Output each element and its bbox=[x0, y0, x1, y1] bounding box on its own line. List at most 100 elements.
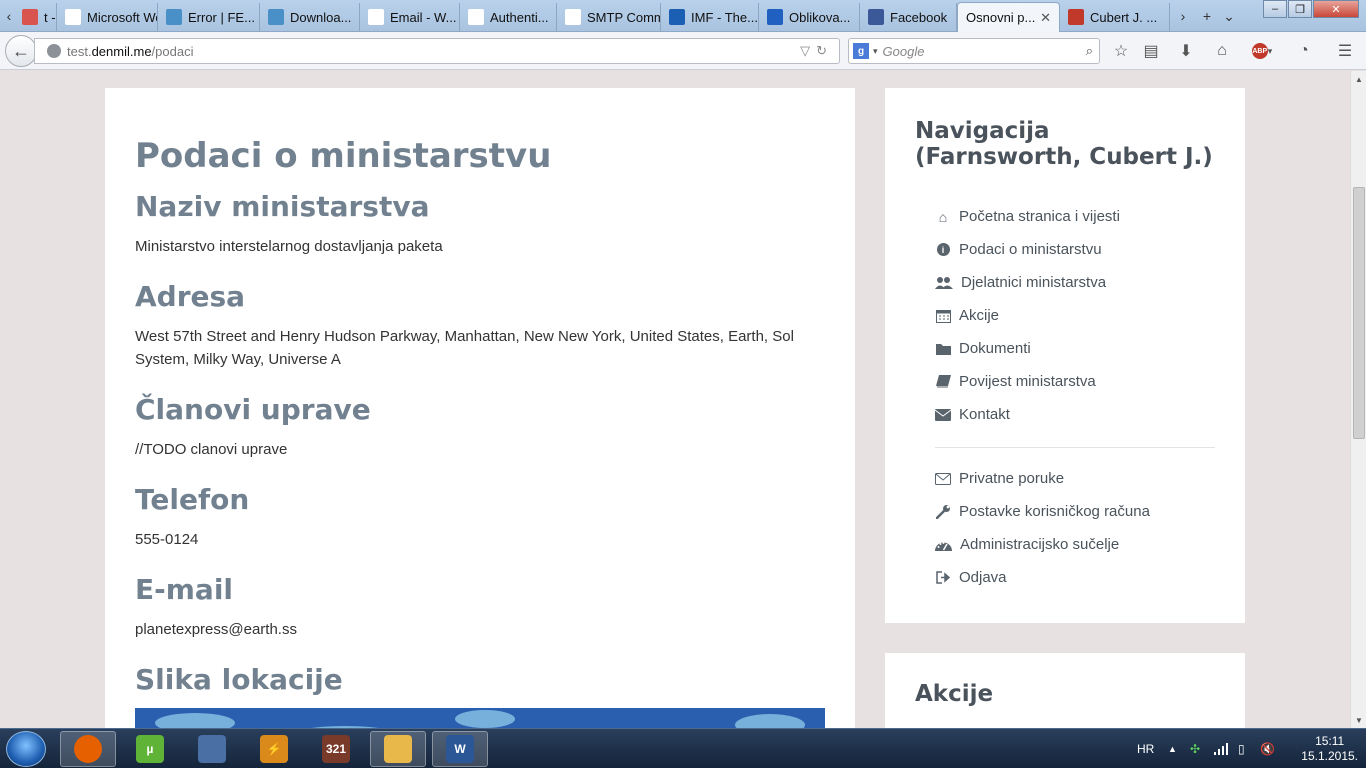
nav-item-account-settings[interactable]: Postavke korisničkog računa bbox=[935, 495, 1215, 528]
sync-icon[interactable]: ◔ bbox=[1293, 41, 1315, 61]
page-title: Podaci o ministarstvu bbox=[135, 136, 552, 176]
nav-item-label: Početna stranica i vijesti bbox=[959, 208, 1120, 225]
adblock-icon[interactable]: ABP ▾ bbox=[1247, 41, 1277, 61]
dashboard-icon bbox=[935, 538, 952, 552]
taskbar-app-firefox[interactable] bbox=[60, 731, 116, 767]
nav-divider bbox=[935, 447, 1215, 448]
reload-icon[interactable]: ↻ bbox=[816, 43, 833, 58]
browser-tab[interactable]: Microsoft Wo... bbox=[57, 3, 158, 31]
generic-page-icon bbox=[565, 9, 581, 25]
browser-tab[interactable]: Facebook bbox=[860, 3, 957, 31]
scroll-up-icon[interactable]: ▲ bbox=[1351, 71, 1366, 87]
nav-item-actions[interactable]: Akcije bbox=[935, 299, 1215, 332]
taskbar-app-utorrent[interactable]: µ bbox=[122, 731, 178, 767]
tab-close-icon[interactable]: ✕ bbox=[1040, 10, 1051, 26]
volume-muted-icon[interactable]: 🔇 bbox=[1260, 729, 1275, 768]
browser-tab[interactable]: Cubert J. ... bbox=[1060, 3, 1170, 31]
actions-card: Akcije bbox=[885, 653, 1245, 728]
downloads-icon[interactable]: ⬇ bbox=[1175, 41, 1197, 61]
browser-tab[interactable]: Downloa... bbox=[260, 3, 360, 31]
utorrent-icon: µ bbox=[136, 735, 164, 763]
tab-label: IMF - The... bbox=[691, 9, 758, 25]
browser-tab[interactable]: Authenti... bbox=[460, 3, 557, 31]
show-hidden-icons-icon[interactable]: ▲ bbox=[1168, 729, 1177, 768]
nav-item-contact[interactable]: Kontakt bbox=[935, 398, 1215, 431]
search-bar[interactable]: g ▾ Google ⌕ bbox=[848, 38, 1100, 64]
tab-scroll-right-icon[interactable]: › bbox=[1176, 4, 1190, 28]
doc-icon bbox=[468, 9, 484, 25]
tab-label: Facebook bbox=[890, 9, 948, 25]
oth-icon bbox=[268, 9, 284, 25]
navigation-toolbar: ← test. denmil.me/podaci ▽↻ g ▾ Google ⌕ … bbox=[0, 32, 1366, 70]
close-window-button[interactable]: ✕ bbox=[1313, 0, 1359, 18]
actions-title: Akcije bbox=[915, 681, 994, 707]
maximize-button[interactable]: ❐ bbox=[1288, 0, 1312, 18]
browser-tab[interactable]: Oblikova... bbox=[759, 3, 860, 31]
users-icon bbox=[935, 276, 953, 290]
site-identity-icon[interactable] bbox=[47, 44, 61, 58]
section-heading-name: Naziv ministarstva bbox=[135, 190, 430, 223]
search-icon[interactable]: ⌕ bbox=[1086, 43, 1093, 59]
engine-dropdown-icon[interactable]: ▾ bbox=[873, 46, 878, 57]
tab-label: Email - W... bbox=[390, 9, 457, 25]
nav-item-label: Dokumenti bbox=[959, 340, 1031, 357]
reading-list-icon[interactable]: ▤ bbox=[1140, 41, 1162, 61]
language-indicator[interactable]: HR bbox=[1137, 729, 1154, 768]
signal-icon[interactable] bbox=[1214, 729, 1228, 768]
url-dropdown-icon[interactable]: ▽ bbox=[800, 43, 816, 58]
browser-tab[interactable]: Osnovni p... ✕ bbox=[957, 2, 1060, 32]
menu-icon[interactable]: ☰ bbox=[1334, 41, 1356, 61]
explorer-icon bbox=[384, 735, 412, 763]
network-tool-icon bbox=[198, 735, 226, 763]
nav-item-admin-interface[interactable]: Administracijsko sučelje bbox=[935, 528, 1215, 561]
main-content-card: Podaci o ministarstvu Naziv ministarstva… bbox=[105, 88, 855, 728]
info-icon: i bbox=[935, 243, 951, 257]
book-icon bbox=[935, 375, 951, 389]
clock-date: 15.1.2015. bbox=[1301, 749, 1358, 763]
browser-tab[interactable]: SMTP Comm... bbox=[557, 3, 661, 31]
nav-item-logout[interactable]: Odjava bbox=[935, 561, 1215, 594]
scroll-down-icon[interactable]: ▼ bbox=[1351, 712, 1366, 728]
browser-tab[interactable]: t - ... bbox=[14, 3, 57, 31]
page-scrollbar[interactable]: ▲ ▼ bbox=[1350, 71, 1366, 728]
bookmark-star-icon[interactable]: ☆ bbox=[1110, 41, 1132, 61]
taskbar-app-network-tool[interactable] bbox=[184, 731, 240, 767]
scroll-thumb[interactable] bbox=[1353, 187, 1365, 439]
url-bar[interactable]: test. denmil.me/podaci ▽↻ bbox=[34, 38, 840, 64]
taskbar-app-word[interactable]: W bbox=[432, 731, 488, 767]
start-button[interactable] bbox=[6, 731, 46, 767]
nav-item-employees[interactable]: Djelatnici ministarstva bbox=[935, 266, 1215, 299]
taskbar-app-calendar-app[interactable]: 321 bbox=[308, 731, 364, 767]
home-icon[interactable]: ⌂ bbox=[1211, 41, 1233, 61]
taskbar-app-winamp[interactable]: ⚡ bbox=[246, 731, 302, 767]
tab-list-icon[interactable]: ⌄ bbox=[1222, 4, 1236, 28]
system-clock[interactable]: 15:11 15.1.2015. bbox=[1301, 734, 1358, 764]
taskbar-app-explorer[interactable] bbox=[370, 731, 426, 767]
tab-label: Downloa... bbox=[290, 9, 352, 25]
nav-item-private-messages[interactable]: Privatne poruke bbox=[935, 462, 1215, 495]
section-heading-board: Članovi uprave bbox=[135, 393, 371, 426]
battery-icon[interactable]: ▯ bbox=[1238, 729, 1245, 768]
tab-strip: ‹ t - ...Microsoft Wo...Error | FE...Dow… bbox=[0, 0, 1366, 32]
url-prefix: test. bbox=[67, 43, 92, 59]
google-engine-icon[interactable]: g bbox=[853, 43, 869, 59]
nav-item-documents[interactable]: Dokumenti bbox=[935, 332, 1215, 365]
browser-tab[interactable]: Error | FE... bbox=[158, 3, 260, 31]
minimize-button[interactable]: ‒ bbox=[1263, 0, 1287, 18]
nav-item-label: Privatne poruke bbox=[959, 470, 1065, 487]
url-host: denmil.me bbox=[91, 43, 152, 59]
browser-tab[interactable]: IMF - The... bbox=[661, 3, 759, 31]
new-tab-icon[interactable]: + bbox=[1200, 4, 1214, 28]
back-button[interactable]: ← bbox=[5, 35, 37, 67]
envelope-outline-icon bbox=[935, 472, 951, 486]
clock-time: 15:11 bbox=[1315, 734, 1345, 748]
network-share-icon[interactable]: ✣ bbox=[1190, 729, 1200, 768]
nav-item-history[interactable]: Povijest ministarstva bbox=[935, 365, 1215, 398]
nav-item-home[interactable]: ⌂ Početna stranica i vijesti bbox=[935, 200, 1215, 233]
section-heading-location-image: Slika lokacije bbox=[135, 663, 343, 696]
section-text-phone: 555-0124 bbox=[135, 531, 199, 548]
tab-label: Cubert J. ... bbox=[1090, 9, 1158, 25]
browser-tab[interactable]: Email - W... bbox=[360, 3, 460, 31]
nav-item-ministry-info[interactable]: i Podaci o ministarstvu bbox=[935, 233, 1215, 266]
f2-icon bbox=[767, 9, 783, 25]
